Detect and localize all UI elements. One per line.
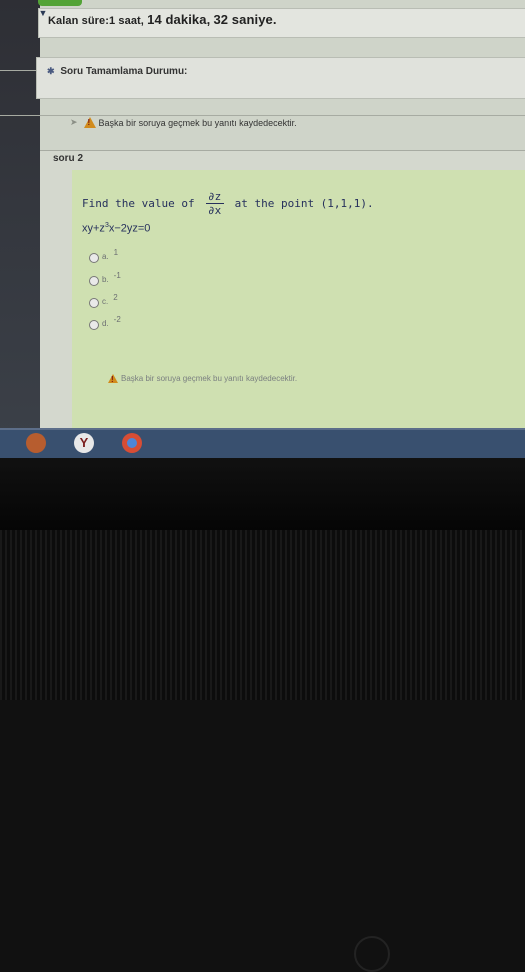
partial-derivative-fraction: ∂z ∂x — [205, 190, 224, 217]
warning-icon — [108, 374, 118, 384]
radio-button[interactable] — [89, 320, 99, 330]
equation-part2: x−2yz=0 — [108, 222, 151, 235]
question-suffix: at the point (1,1,1). — [234, 197, 374, 210]
collapse-arrow-icon[interactable]: ▼ — [38, 8, 48, 18]
divider-left — [0, 70, 40, 71]
fraction-denominator: ∂x — [207, 204, 222, 217]
warning-top-text: Başka bir soruya geçmek bu yanıtı kayded… — [98, 117, 297, 128]
timer-progress-tab — [38, 0, 82, 6]
option-b[interactable]: b. -1 — [89, 271, 121, 286]
star-icon: ✱ — [47, 66, 55, 76]
question-equation: xy+z3x−2yz=0 — [82, 222, 150, 235]
question-prefix: Find the value of — [82, 197, 195, 210]
timer-label: Kalan süre:1 saat, — [48, 15, 144, 27]
timer-minutes: 14 dakika, — [147, 12, 211, 27]
option-a[interactable]: a. 1 — [89, 248, 118, 263]
option-c[interactable]: c. 2 — [89, 293, 118, 308]
left-sidebar-strip — [0, 0, 40, 440]
option-value: -1 — [113, 271, 121, 280]
hp-logo-icon — [354, 936, 390, 972]
warning-icon — [83, 117, 96, 128]
option-letter: b. — [102, 275, 109, 284]
equation-part1: xy+z — [82, 222, 105, 235]
status-heading: ✱ Soru Tamamlama Durumu: — [47, 66, 187, 77]
option-letter: d. — [102, 319, 109, 328]
status-panel — [36, 57, 525, 99]
warning-bottom-text: Başka bir soruya geçmek bu yanıtı kayded… — [121, 374, 298, 383]
option-letter: c. — [102, 297, 109, 306]
option-value: 1 — [113, 248, 119, 257]
option-d[interactable]: d. -2 — [89, 315, 121, 330]
option-value: -2 — [113, 315, 121, 324]
laptop-bezel — [0, 458, 525, 972]
timer-text: Kalan süre:1 saat, 14 dakika, 32 saniye. — [48, 12, 277, 27]
yandex-browser-icon[interactable]: Y — [74, 433, 94, 453]
question-label: soru 2 — [53, 153, 84, 164]
radio-button[interactable] — [89, 298, 99, 308]
status-label: Soru Tamamlama Durumu: — [60, 66, 188, 77]
warning-top: ➤ Başka bir soruya geçmek bu yanıtı kayd… — [70, 117, 297, 128]
arrow-icon: ➤ — [70, 117, 78, 127]
app-icon-orange[interactable] — [26, 433, 46, 453]
timer-seconds: 32 saniye. — [213, 12, 277, 27]
fraction-numerator: ∂z — [207, 190, 222, 203]
keyboard-speaker-grille — [0, 530, 525, 700]
divider-mid — [0, 115, 525, 116]
warning-bottom: Başka bir soruya geçmek bu yanıtı kayded… — [108, 374, 298, 384]
option-letter: a. — [102, 252, 109, 261]
yandex-icon-letter: Y — [79, 435, 89, 450]
question-text: Find the value of ∂z ∂x at the point (1,… — [82, 191, 374, 216]
option-value: 2 — [113, 293, 118, 302]
chrome-icon[interactable] — [122, 433, 142, 453]
radio-button[interactable] — [89, 276, 99, 286]
radio-button[interactable] — [89, 253, 99, 263]
chrome-center-icon — [127, 438, 137, 448]
